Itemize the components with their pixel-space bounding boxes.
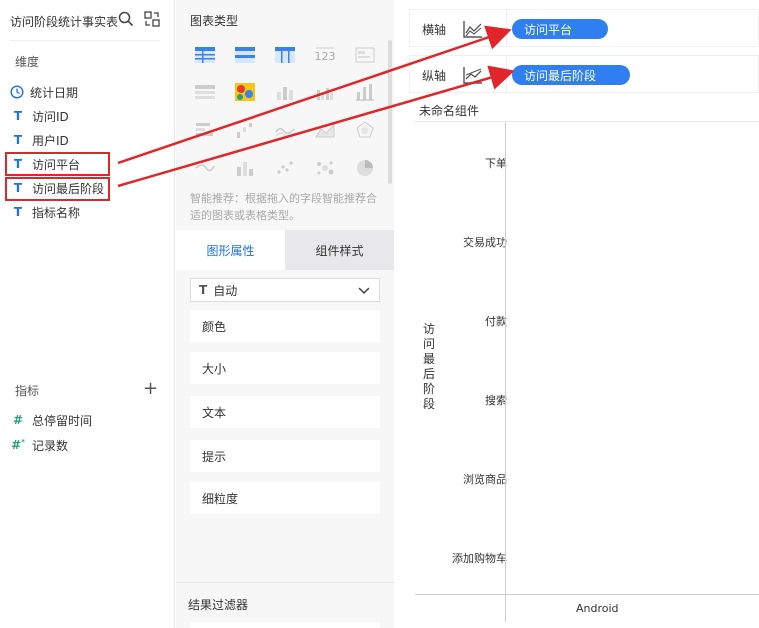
calculated-number-icon: #* <box>11 438 25 452</box>
y-category-label: 添加购物车 <box>452 552 507 565</box>
smart-recommend-tip: 智能推荐：根据拖入的字段智能推荐合适的图表或表格类型。 <box>190 192 377 222</box>
dimension-field-visit-id[interactable]: T 访问ID <box>10 105 69 127</box>
kpi-number-icon[interactable]: 123 <box>314 45 336 65</box>
x-tick-label: Android <box>576 602 619 615</box>
field-label: 总停留时间 <box>32 413 93 428</box>
switch-dataset-icon[interactable] <box>144 11 160 27</box>
column-chart-icon[interactable] <box>354 82 376 102</box>
property-size[interactable]: 大小 <box>190 352 380 384</box>
stacked-column-icon[interactable] <box>234 158 256 178</box>
field-label: 访问ID <box>32 109 69 124</box>
text-type-icon: T <box>13 133 23 147</box>
grouped-bar-icon[interactable] <box>314 82 336 102</box>
property-tabs: 图形属性 组件样式 <box>176 230 394 270</box>
chart-type-title: 图表类型 <box>190 14 239 28</box>
field-label: 指标名称 <box>32 205 81 220</box>
scatter-chart-icon[interactable] <box>274 158 296 178</box>
grouped-table-icon[interactable] <box>194 82 216 102</box>
y-axis-title: 访问最后阶段 <box>423 322 436 411</box>
y-axis-field-pill[interactable]: 访问最后阶段 <box>512 65 630 85</box>
chart-type-scrollbar[interactable] <box>388 40 392 184</box>
line-chart-icon[interactable] <box>274 120 296 140</box>
y-axis-shelf[interactable]: 纵轴 访问最后阶段 <box>409 55 759 93</box>
radar-chart-icon[interactable] <box>354 120 376 140</box>
y-category-label: 下单 <box>485 157 507 170</box>
field-label: 记录数 <box>32 438 69 453</box>
area-chart-icon[interactable] <box>314 120 336 140</box>
dimension-field-date[interactable]: 统计日期 <box>10 81 78 103</box>
result-filter-dropzone[interactable] <box>190 622 380 628</box>
result-filter-title: 结果过滤器 <box>188 598 249 612</box>
chart-canvas-panel: 横轴 访问平台 纵轴 访问最后阶段 未命名组件 访问最后阶段 下单 交易成功 付… <box>395 0 759 628</box>
y-category-label: 付款 <box>485 315 507 328</box>
add-measure-icon[interactable]: + <box>143 380 158 398</box>
waterfall-icon[interactable] <box>234 120 256 140</box>
y-category-label: 浏览商品 <box>463 473 507 486</box>
highlight-box-last-stage <box>5 177 110 201</box>
highlight-box-platform <box>5 152 110 176</box>
x-axis-line <box>415 594 759 595</box>
chevron-down-icon <box>358 287 370 295</box>
text-type-icon: T <box>13 205 23 219</box>
tab-component-style[interactable]: 组件样式 <box>285 230 394 270</box>
y-axis-label: 纵轴 <box>422 69 447 83</box>
x-axis-shelf[interactable]: 横轴 访问平台 <box>409 9 759 47</box>
y-axis-chart-icon[interactable] <box>462 65 484 85</box>
divider <box>176 582 394 583</box>
component-name[interactable]: 未命名组件 <box>419 102 479 119</box>
dataset-title[interactable]: 访问阶段统计事实表 <box>10 13 118 30</box>
x-axis-label: 横轴 <box>422 23 447 37</box>
table-chart-icon[interactable] <box>194 45 216 65</box>
horizontal-bar-icon[interactable] <box>194 120 216 140</box>
tab-graphic-properties[interactable]: 图形属性 <box>176 230 285 270</box>
cross-table-icon[interactable] <box>234 45 256 65</box>
measure-field-record-count[interactable]: #* 记录数 <box>10 434 68 456</box>
field-label: 统计日期 <box>30 85 79 100</box>
property-text[interactable]: 文本 <box>190 396 380 428</box>
y-category-label: 交易成功 <box>463 236 507 249</box>
svg-text:123: 123 <box>315 50 336 63</box>
mark-type-value: 自动 <box>213 283 238 298</box>
property-granularity[interactable]: 细粒度 <box>190 482 380 514</box>
mark-type-select[interactable]: T 自动 <box>190 278 380 302</box>
stacked-bar-icon[interactable] <box>274 82 296 102</box>
x-axis-chart-icon[interactable] <box>462 19 484 39</box>
bubble-chart-icon[interactable] <box>314 158 336 178</box>
fields-panel: 访问阶段统计事实表 维度 统计日期 T 访问ID T 用户ID T 访问平台 T… <box>0 0 175 628</box>
chart-area: 未命名组件 访问最后阶段 下单 交易成功 付款 搜索 浏览商品 添加购物车 An… <box>415 96 759 628</box>
property-color[interactable]: 颜色 <box>190 310 380 342</box>
pie-chart-icon[interactable] <box>354 158 376 178</box>
chart-config-panel: 图表类型 123 智能推荐：根据拖入的字段智能推荐合适的图表或表格类型。 图形属… <box>176 0 394 628</box>
x-axis-field-pill[interactable]: 访问平台 <box>512 19 608 39</box>
heatmap-icon[interactable] <box>234 82 256 102</box>
text-table-icon[interactable] <box>354 45 376 65</box>
dimensions-label: 维度 <box>15 55 40 69</box>
stream-chart-icon[interactable] <box>194 158 216 178</box>
dimension-field-metric-name[interactable]: T 指标名称 <box>10 201 80 223</box>
dimension-field-user-id[interactable]: T 用户ID <box>10 129 69 151</box>
clock-icon <box>10 85 24 99</box>
field-label: 用户ID <box>32 133 69 148</box>
measures-label: 指标 <box>15 384 40 398</box>
measure-field-total-duration[interactable]: # 总停留时间 <box>10 409 92 431</box>
detail-table-icon[interactable] <box>274 45 296 65</box>
y-category-label: 搜索 <box>485 394 507 407</box>
text-type-icon: T <box>199 283 208 297</box>
text-type-icon: T <box>13 109 23 123</box>
property-tooltip[interactable]: 提示 <box>190 440 380 472</box>
number-type-icon: # <box>12 413 24 427</box>
search-icon[interactable] <box>118 11 134 27</box>
y-axis-line <box>505 122 506 622</box>
